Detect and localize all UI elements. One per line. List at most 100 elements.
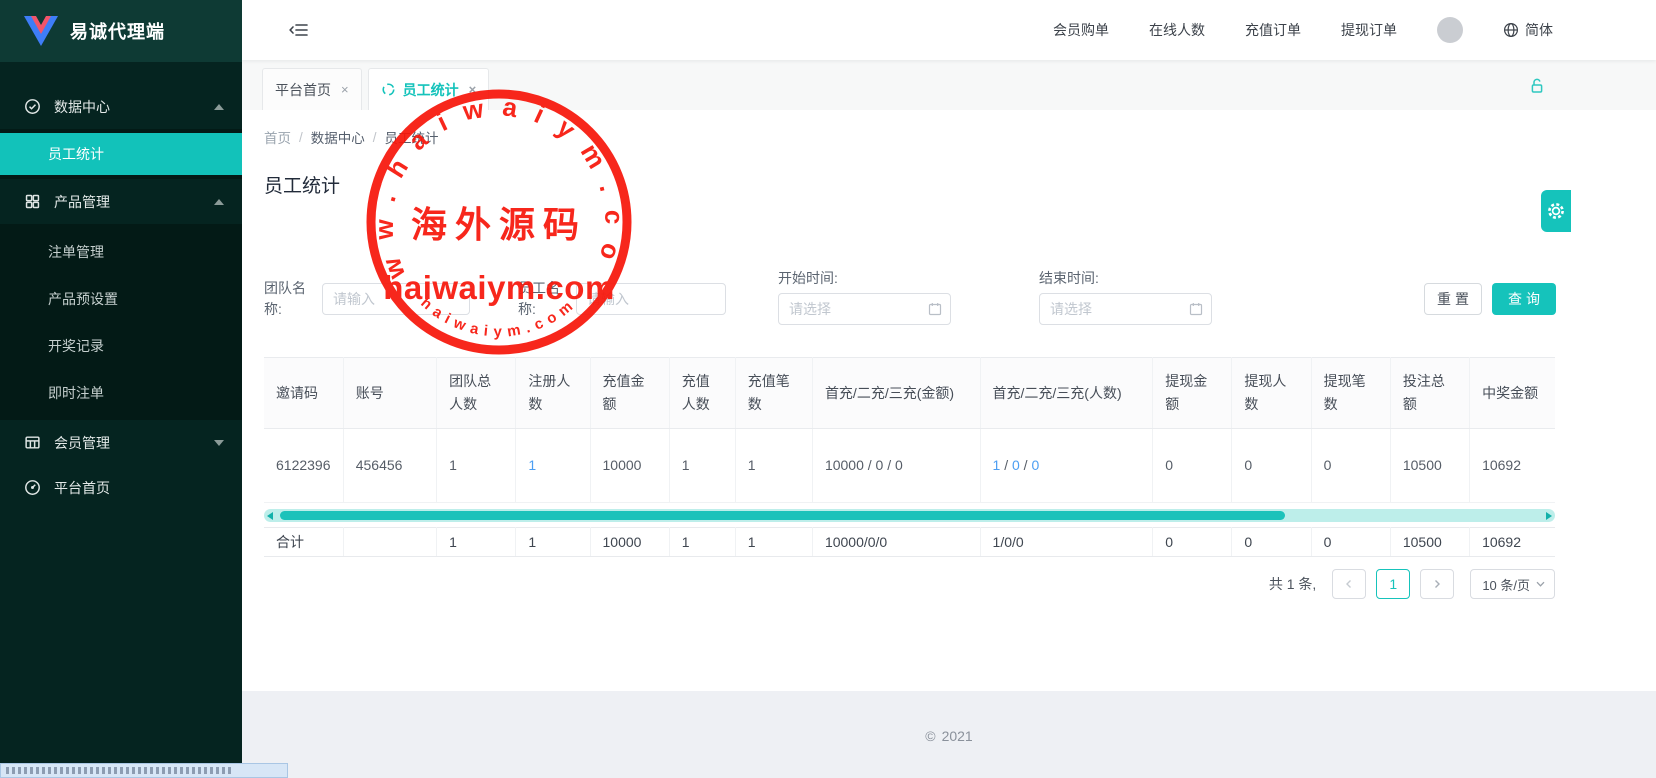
logo-bar: 易诚代理端 (0, 0, 242, 62)
cell-text: 1 (748, 457, 756, 473)
table-cell: 1 (735, 429, 812, 503)
column-header: 充值金额 (590, 358, 669, 429)
start-time-label: 开始时间: (778, 268, 951, 288)
cell-link[interactable]: 0 (1012, 457, 1020, 473)
refresh-icon[interactable] (381, 82, 396, 97)
page-size-value: 10 条/页 (1482, 575, 1530, 594)
sidebar-item-staff-stats[interactable]: 员工统计 (0, 133, 242, 175)
breadcrumb-data-center[interactable]: 数据中心 (311, 127, 365, 147)
column-header: 首充/二充/三充(人数) (980, 358, 1153, 429)
column-header: 中奖金额 (1470, 358, 1555, 429)
sidebar-item-platform-home[interactable]: 平台首页 (0, 465, 242, 510)
avatar[interactable] (1437, 17, 1463, 43)
sidebar-item-live-bets[interactable]: 即时注单 (0, 369, 242, 416)
top-navbar: 会员购单 在线人数 充值订单 提现订单 简体 (242, 0, 1656, 60)
pagination: 共 1 条, 1 10 条/页 (264, 569, 1555, 599)
sidebar-item-product-mgmt[interactable]: 产品管理 (0, 179, 242, 224)
breadcrumb-separator: / (299, 130, 303, 145)
cell-text: 1 (682, 457, 690, 473)
summary-cell: 10500 (1390, 528, 1469, 557)
nav-online-count[interactable]: 在线人数 (1149, 20, 1205, 40)
status-tooltip-text (6, 767, 232, 774)
sidebar-item-product-preset[interactable]: 产品预设置 (0, 275, 242, 322)
staff-name-group: 员工名称: (518, 278, 726, 319)
close-icon[interactable]: × (469, 82, 477, 97)
unlock-icon[interactable] (1529, 77, 1545, 94)
sidebar-item-label: 开奖记录 (48, 336, 104, 356)
scroll-right-arrow-icon[interactable] (1546, 512, 1552, 520)
table-cell: 6122396 (264, 429, 343, 503)
column-header: 邀请码 (264, 358, 343, 429)
column-header: 充值笔数 (735, 358, 812, 429)
column-header: 首充/二充/三充(金额) (812, 358, 980, 429)
table-cell: 0 (1311, 429, 1390, 503)
table-cell: 0 (1153, 429, 1232, 503)
scrollbar-thumb[interactable] (280, 511, 1285, 520)
app-window: 易诚代理端 数据中心 员工统计 产品管理 注单管理 产品预设置 开奖记 (0, 0, 1656, 778)
close-icon[interactable]: × (341, 82, 349, 97)
summary-cell: 10000/0/0 (812, 528, 980, 557)
breadcrumb-separator: / (373, 130, 377, 145)
column-header: 提现笔数 (1311, 358, 1390, 429)
sidebar: 易诚代理端 数据中心 员工统计 产品管理 注单管理 产品预设置 开奖记 (0, 0, 242, 766)
sidebar-item-lottery-records[interactable]: 开奖记录 (0, 322, 242, 369)
globe-icon (1503, 22, 1519, 38)
summary-cell: 0 (1232, 528, 1311, 557)
staff-name-label: 员工名称: (518, 278, 576, 319)
summary-cell: 1/0/0 (980, 528, 1153, 557)
chevron-down-icon (1536, 581, 1545, 587)
cell-link[interactable]: 0 (1031, 457, 1039, 473)
grid-icon (24, 193, 41, 210)
chevron-up-icon (214, 104, 224, 110)
tab-staff-stats[interactable]: 员工统计 × (368, 68, 490, 110)
prev-page-button[interactable] (1332, 569, 1366, 599)
filter-form: 团队名称: 员工名称: 开始时间: 结束时间: (264, 268, 1556, 325)
page-footer: © 2021 (242, 691, 1656, 778)
language-switcher[interactable]: 简体 (1503, 20, 1553, 40)
cell-text: 10000 / 0 / 0 (825, 457, 903, 473)
summary-cell: 1 (437, 528, 516, 557)
sidebar-item-bet-orders[interactable]: 注单管理 (0, 228, 242, 275)
page-number-button[interactable]: 1 (1376, 569, 1410, 599)
end-time-group: 结束时间: (1039, 268, 1212, 325)
chevron-up-icon (214, 199, 224, 205)
scroll-left-arrow-icon[interactable] (267, 512, 273, 520)
reset-button[interactable]: 重置 (1424, 283, 1482, 315)
query-button[interactable]: 查询 (1492, 283, 1556, 315)
nav-withdraw-orders[interactable]: 提现订单 (1341, 20, 1397, 40)
sidebar-item-label: 产品预设置 (48, 289, 118, 309)
team-name-input[interactable] (322, 283, 470, 315)
column-header: 账号 (343, 358, 436, 429)
table-header-row: 邀请码账号团队总人数注册人数充值金额充值人数充值笔数首充/二充/三充(金额)首充… (264, 358, 1555, 429)
staff-name-input[interactable] (576, 283, 726, 315)
nav-member-orders[interactable]: 会员购单 (1053, 20, 1109, 40)
table-row: 612239645645611100001110000 / 0 / 01 / 0… (264, 429, 1555, 503)
sidebar-item-member-mgmt[interactable]: 会员管理 (0, 420, 242, 465)
cell-link[interactable]: 1 (528, 457, 536, 473)
table-cell: 0 (1232, 429, 1311, 503)
settings-panel-button[interactable] (1541, 190, 1571, 232)
start-time-input[interactable] (778, 293, 951, 325)
nav-recharge-orders[interactable]: 充值订单 (1245, 20, 1301, 40)
page-size-select[interactable]: 10 条/页 (1470, 569, 1555, 599)
collapse-sidebar-icon[interactable] (288, 20, 310, 40)
navbar-right: 会员购单 在线人数 充值订单 提现订单 简体 (1053, 17, 1553, 43)
summary-cell: 0 (1153, 528, 1232, 557)
summary-cell (343, 528, 436, 557)
browser-status-tooltip (0, 763, 288, 778)
table-cell: 1 (669, 429, 735, 503)
brand-logo-icon (24, 16, 58, 46)
next-page-button[interactable] (1420, 569, 1454, 599)
calendar-icon[interactable] (928, 302, 942, 316)
summary-cell: 1 (669, 528, 735, 557)
horizontal-scrollbar[interactable] (264, 509, 1555, 522)
sidebar-item-data-center[interactable]: 数据中心 (0, 84, 242, 129)
cell-text: 0 (1244, 457, 1252, 473)
team-name-group: 团队名称: (264, 278, 470, 319)
end-time-input[interactable] (1039, 293, 1212, 325)
table-cell: 10000 (590, 429, 669, 503)
breadcrumb-home[interactable]: 首页 (264, 127, 291, 147)
summary-label: 合计 (264, 528, 343, 557)
tab-platform-home[interactable]: 平台首页 × (262, 68, 362, 110)
calendar-icon[interactable] (1189, 302, 1203, 316)
